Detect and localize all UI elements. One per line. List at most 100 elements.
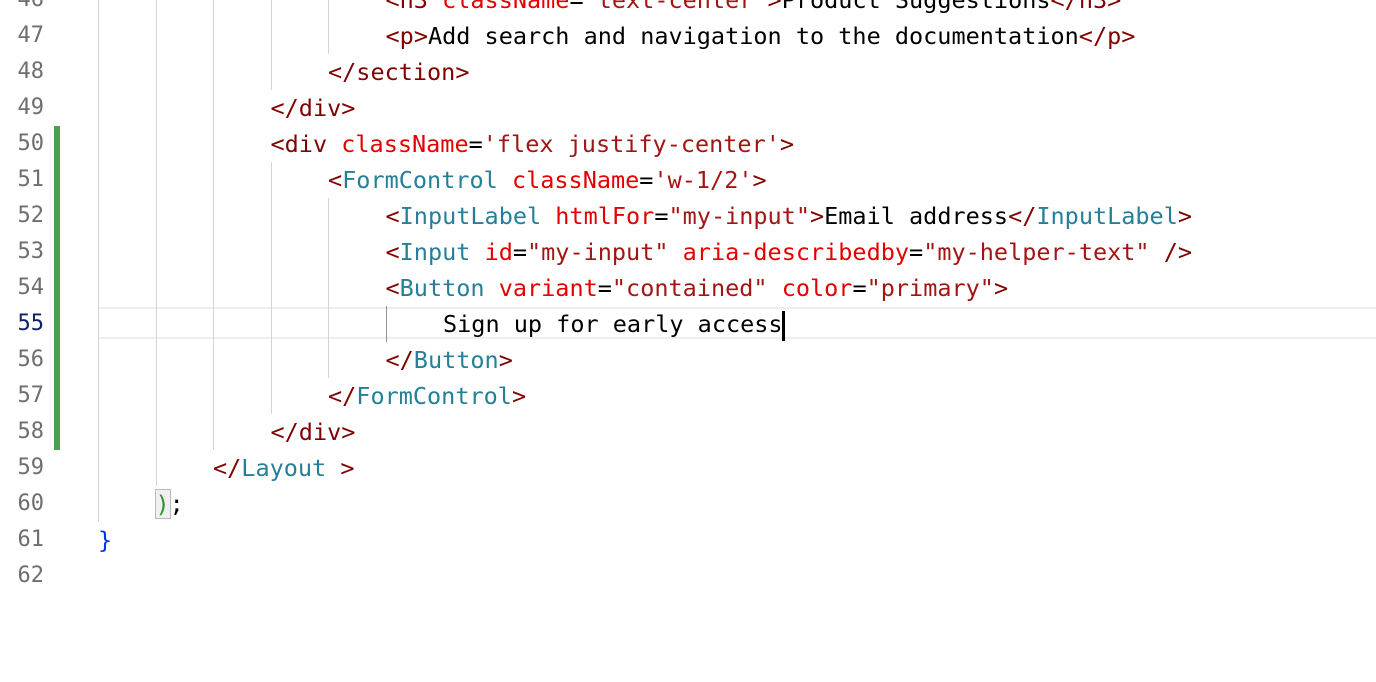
code-token: > [1121,22,1136,50]
indent-guide [213,306,214,342]
line-number: 49 [17,95,45,120]
indent-guide [213,198,214,234]
code-token: > [993,274,1009,302]
line-number: 55 [17,311,45,336]
code-line[interactable]: 54 <Button variant="contained" color="pri… [0,270,1376,306]
indent-guide [213,54,214,90]
indent-guide [155,126,157,162]
code-content[interactable]: </Layout > [213,450,355,486]
code-line[interactable]: 59 </Layout > [0,450,1376,486]
code-token: color [781,274,853,302]
diff-added-indicator[interactable] [54,378,60,414]
code-content[interactable]: </FormControl> [328,378,526,414]
code-token: </ [328,382,357,410]
diff-added-indicator[interactable] [54,342,60,378]
code-line[interactable]: 58 </div> [0,414,1376,450]
code-line[interactable]: 52 <InputLabel htmlFor="my-input">Email a… [0,198,1376,234]
code-token: = [468,130,483,158]
code-content[interactable]: <Input id="my-input" aria-describedby="m… [386,234,1193,270]
code-token: div [284,130,328,158]
code-token: = [654,202,669,230]
code-content[interactable]: ); [154,486,184,522]
diff-added-indicator[interactable] [54,414,60,450]
indent-guide [213,414,214,450]
indent-guide [270,0,272,18]
code-token: > [809,202,825,230]
diff-added-indicator[interactable] [54,234,60,270]
code-token: aria-describedby [682,238,910,266]
code-line[interactable]: 47 <p>Add search and navigation to the do… [0,18,1376,54]
code-line[interactable]: 49 </div> [0,90,1376,126]
code-token: "contained" [611,274,768,302]
indent-guide [98,342,99,378]
indent-guide [270,18,272,54]
indent-guide [155,378,157,414]
code-line[interactable]: 53 <Input id="my-input" aria-describedby=… [0,234,1376,270]
indent-guide [155,0,157,18]
code-line[interactable]: 56 </Button> [0,342,1376,378]
code-editor[interactable]: 46<h3 className='text-center'>Product Su… [0,0,1376,682]
diff-added-indicator[interactable] [54,270,60,306]
code-content[interactable]: <InputLabel htmlFor="my-input">Email add… [386,198,1193,234]
code-line[interactable]: 51 <FormControl className='w-1/2'> [0,162,1376,198]
code-token: > [767,0,782,14]
code-content[interactable]: <p>Add search and navigation to the docu… [386,18,1136,54]
code-token: > [413,22,428,50]
code-line[interactable]: 57 </FormControl> [0,378,1376,414]
code-token: < [385,202,400,230]
indent-guide [270,234,272,270]
code-content[interactable]: <h3 className='text-center'>Product Sugg… [386,0,1122,18]
code-token: p [1107,22,1122,50]
indent-guide [155,54,157,90]
indent-guide [213,162,214,198]
code-line[interactable]: 61} [0,522,1376,558]
code-token: > [341,94,356,122]
indent-guide [98,270,99,306]
code-content[interactable]: <Button variant="contained" color="prima… [386,270,1009,306]
diff-added-indicator[interactable] [54,198,60,234]
code-token: h3 [399,0,428,14]
code-line[interactable]: 60); [0,486,1376,522]
code-token: </ [1050,0,1079,14]
code-content[interactable]: } [98,522,112,558]
code-content[interactable]: </section> [328,54,470,90]
diff-added-indicator[interactable] [54,306,60,342]
indent-guide [270,270,272,306]
code-content[interactable]: </Button> [386,342,513,378]
line-number: 50 [17,131,45,156]
code-line[interactable]: 46<h3 className='text-center'>Product Su… [0,0,1376,18]
code-token: htmlFor [555,202,655,230]
line-number: 54 [17,275,45,300]
diff-added-indicator[interactable] [54,126,60,162]
code-content[interactable]: Sign up for early access [443,306,785,342]
code-token: < [385,22,400,50]
code-line[interactable]: 48 </section> [0,54,1376,90]
code-token: "primary" [866,274,994,302]
indent-guide [98,414,99,450]
code-content[interactable]: <div className='flex justify-center'> [271,126,795,162]
line-number: 59 [17,455,45,480]
code-line[interactable]: 62 [0,558,1376,594]
code-token: section [356,58,456,86]
code-token: </ [1008,202,1037,230]
code-token: className [341,130,469,158]
indent-guide [270,378,272,414]
diff-added-indicator[interactable] [54,162,60,198]
code-token: > [455,58,470,86]
code-line[interactable]: 55 Sign up for early access [0,306,1376,342]
code-content[interactable]: </div> [271,414,356,450]
indent-guide [270,54,272,90]
indent-guide [98,126,99,162]
code-content[interactable]: </div> [271,90,356,126]
code-content[interactable]: <FormControl className='w-1/2'> [328,162,767,198]
code-token: </ [270,94,299,122]
code-token: </ [1078,22,1108,50]
indent-guide [328,234,329,270]
code-token: > [511,382,527,410]
code-line[interactable]: 50 <div className='flex justify-center'> [0,126,1376,162]
